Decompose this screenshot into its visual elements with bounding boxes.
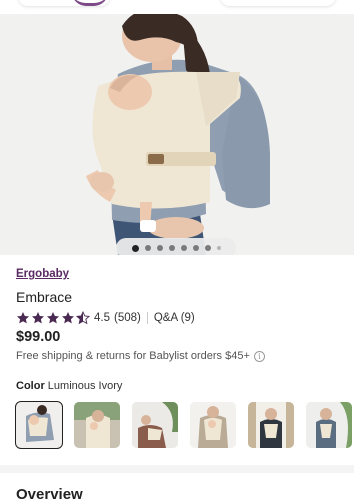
star-icon	[16, 312, 30, 324]
thumbnail[interactable]	[306, 402, 352, 448]
thumbnail-image	[132, 402, 178, 448]
back-button[interactable]	[18, 0, 110, 6]
divider	[146, 312, 148, 324]
carousel-pagination[interactable]	[116, 238, 236, 255]
star-icon	[61, 312, 75, 324]
thumbnail[interactable]	[132, 402, 178, 448]
thumbnail-image	[16, 402, 62, 448]
shipping-text: Free shipping & returns for Babylist ord…	[16, 350, 250, 362]
star-icon	[31, 312, 45, 324]
thumbnail[interactable]	[190, 402, 236, 448]
thumbnail-strip	[15, 401, 352, 449]
color-value: Luminous Ivory	[47, 380, 123, 392]
thumbnail-image	[74, 402, 120, 448]
brand-link[interactable]: Ergobaby	[16, 268, 69, 280]
carousel-dot[interactable]	[168, 245, 175, 251]
search-bar[interactable]	[220, 0, 336, 6]
qa-link[interactable]: Q&A (9)	[154, 312, 195, 324]
product-photo-illustration	[0, 14, 354, 255]
thumbnail-image	[306, 402, 352, 448]
carousel-dot[interactable]	[192, 245, 199, 251]
product-title: Embrace	[16, 289, 73, 305]
info-icon[interactable]: i	[253, 350, 265, 362]
thumbnail[interactable]	[15, 401, 63, 449]
thumbnail-image	[190, 402, 236, 448]
carousel-dot[interactable]	[156, 245, 163, 251]
shipping-info: Free shipping & returns for Babylist ord…	[16, 350, 265, 362]
star-rating	[16, 311, 90, 325]
section-divider	[0, 465, 354, 473]
star-icon	[46, 312, 60, 324]
rating-row[interactable]: 4.5 (508) Q&A (9)	[16, 311, 195, 325]
price: $99.00	[16, 329, 61, 345]
review-count[interactable]: (508)	[114, 312, 141, 324]
thumbnail[interactable]	[248, 402, 294, 448]
thumbnail[interactable]	[74, 402, 120, 448]
babylist-logo-icon	[72, 0, 108, 6]
carousel-dot[interactable]	[204, 245, 211, 251]
carousel-dot[interactable]	[144, 245, 151, 251]
color-selector-label: Color Luminous Ivory	[16, 380, 122, 392]
product-image[interactable]	[0, 14, 354, 255]
carousel-dot[interactable]	[131, 244, 139, 252]
section-title-overview[interactable]: Overview	[16, 486, 83, 500]
carousel-dot[interactable]	[216, 246, 221, 250]
color-label: Color	[16, 380, 45, 392]
star-half-icon	[76, 311, 90, 325]
thumbnail-image	[248, 402, 294, 448]
rating-value: 4.5	[94, 312, 110, 324]
carousel-dot[interactable]	[180, 245, 187, 251]
